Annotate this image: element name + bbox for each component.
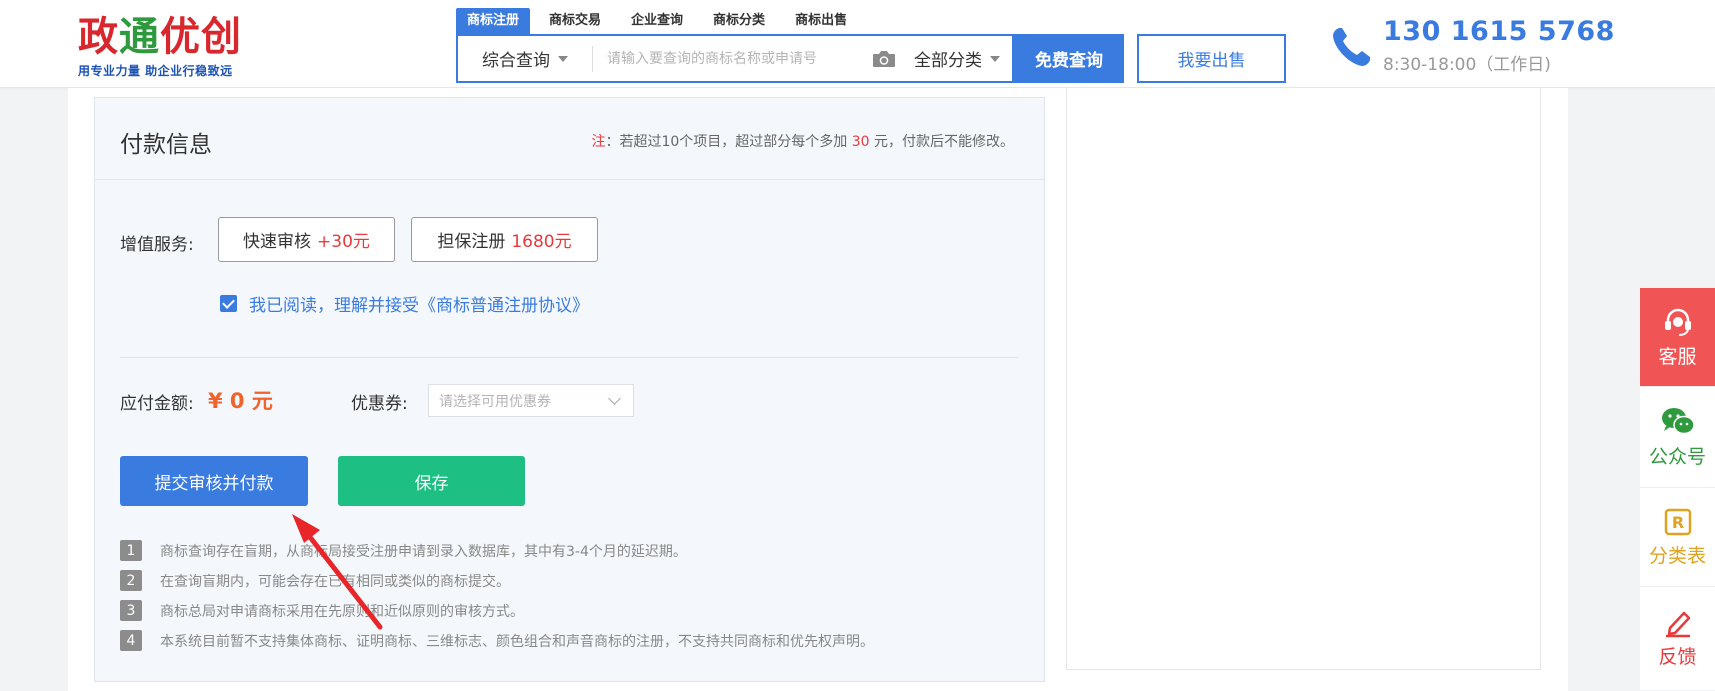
classification-table-button[interactable]: R 分类表 [1640, 488, 1715, 587]
payment-title: 付款信息 [120, 132, 212, 158]
side-panel [1066, 88, 1541, 670]
note-item: 2 在查询盲期内，可能会存在已有相同或类似的商标提交。 [120, 570, 874, 591]
agreement-row[interactable]: 我已阅读，理解并接受《商标普通注册协议》 [220, 291, 589, 316]
sell-button[interactable]: 我要出售 [1137, 34, 1286, 83]
note-item: 3 商标总局对申请商标采用在先原则和近似原则的审核方式。 [120, 600, 874, 621]
phone-hours: 8:30-18:00（工作日) [1383, 55, 1551, 75]
logo-title: 政通优创 [78, 13, 242, 60]
divider [120, 357, 1018, 358]
note-item: 1 商标查询存在盲期，从商标局接受注册申请到录入数据库，其中有3-4个月的延迟期… [120, 540, 874, 561]
search-scope-dropdown[interactable]: 综合查询 [458, 36, 592, 81]
caret-down-icon [990, 55, 1000, 62]
free-search-button[interactable]: 免费查询 [1014, 34, 1124, 83]
phone-icon-glyph [1333, 28, 1370, 66]
service-name: 快速审核 [243, 232, 312, 252]
search-input[interactable] [593, 36, 872, 81]
service-price: +30元 [317, 232, 370, 252]
agreement-text[interactable]: 我已阅读，理解并接受《商标普通注册协议》 [249, 291, 589, 316]
phone-number: 130 1615 5768 [1383, 16, 1615, 47]
logo-slogan: 用专业力量 助企业行稳致远 [78, 64, 233, 78]
note-item: 4 本系统目前暂不支持集体商标、证明商标、三维标志、颜色组合和声音商标的注册，不… [120, 630, 874, 651]
camera-icon-glyph [873, 50, 895, 67]
save-button[interactable]: 保存 [338, 456, 525, 506]
fast-review-option[interactable]: 快速审核 +30元 [218, 217, 395, 262]
note-text: 在查询盲期内，可能会存在已有相同或类似的商标提交。 [160, 573, 510, 590]
headset-icon [1664, 308, 1691, 336]
category-tabs: 商标注册 商标交易 企业查询 商标分类 商标出售 [456, 6, 866, 34]
float-item-label: 分类表 [1648, 544, 1706, 567]
notes-list: 1 商标查询存在盲期，从商标局接受注册申请到录入数据库，其中有3-4个月的延迟期… [120, 540, 874, 660]
official-account-button[interactable]: 公众号 [1640, 387, 1715, 488]
submit-and-pay-button[interactable]: 提交审核并付款 [120, 456, 308, 506]
chevron-down-icon [608, 392, 621, 405]
edit-icon [1665, 611, 1690, 638]
note-text: 本系统目前暂不支持集体商标、证明商标、三维标志、颜色组合和声音商标的注册，不支持… [160, 633, 874, 650]
floating-sidebar: 客服 公众号 R 分类表 反馈 [1640, 288, 1715, 690]
payment-header: 付款信息 注：若超过10个项目，超过部分每个多加 30 元，付款后不能修改。 [95, 98, 1044, 180]
svg-text:R: R [1671, 513, 1683, 532]
float-item-label: 反馈 [1658, 646, 1697, 668]
tab-trademark-classification[interactable]: 商标分类 [702, 8, 776, 34]
site-logo[interactable]: 政通优创 用专业力量 助企业行稳致远 [78, 14, 278, 79]
payment-note: 注：若超过10个项目，超过部分每个多加 30 元，付款后不能修改。 [591, 134, 1014, 150]
note-number: 3 [120, 600, 142, 621]
value-added-label: 增值服务: [120, 235, 194, 255]
guaranteed-registration-option[interactable]: 担保注册 1680元 [411, 217, 598, 262]
payment-panel: 付款信息 注：若超过10个项目，超过部分每个多加 30 元，付款后不能修改。 增… [94, 97, 1045, 682]
search-category-label: 全部分类 [914, 51, 982, 71]
coupon-select[interactable]: 请选择可用优惠券 [428, 384, 634, 417]
amount-value: ¥ 0 元 [208, 389, 273, 413]
search-bar: 综合查询 全部分类 [456, 34, 1014, 83]
wechat-icon [1661, 407, 1695, 434]
search-category-dropdown[interactable]: 全部分类 [914, 46, 1012, 71]
note-text: 商标查询存在盲期，从商标局接受注册申请到录入数据库，其中有3-4个月的延迟期。 [160, 543, 687, 560]
camera-icon[interactable] [872, 50, 896, 68]
note-number: 2 [120, 570, 142, 591]
note-number: 4 [120, 630, 142, 651]
note-number: 1 [120, 540, 142, 561]
float-item-label: 客服 [1658, 345, 1697, 368]
coupon-placeholder: 请选择可用优惠券 [439, 393, 551, 410]
site-header: 政通优创 用专业力量 助企业行稳致远 商标注册 商标交易 企业查询 商标分类 商… [0, 0, 1715, 88]
service-name: 担保注册 [437, 232, 506, 252]
search-scope-label: 综合查询 [482, 51, 550, 71]
feedback-button[interactable]: 反馈 [1640, 587, 1715, 690]
amount-label: 应付金额: [120, 394, 194, 414]
coupon-label: 优惠券: [351, 394, 408, 414]
tab-trademark-trading[interactable]: 商标交易 [538, 8, 612, 34]
tab-trademark-registration[interactable]: 商标注册 [456, 8, 531, 34]
customer-service-button[interactable]: 客服 [1640, 288, 1715, 387]
registered-icon: R [1664, 508, 1691, 535]
tab-company-query[interactable]: 企业查询 [620, 8, 694, 34]
tab-trademark-sale[interactable]: 商标出售 [784, 8, 858, 34]
note-text: 商标总局对申请商标采用在先原则和近似原则的审核方式。 [160, 603, 524, 620]
phone-icon [1329, 24, 1375, 70]
caret-down-icon [558, 55, 568, 62]
float-item-label: 公众号 [1648, 445, 1706, 468]
service-price: 1680元 [511, 232, 572, 252]
agreement-checkbox[interactable] [220, 295, 237, 312]
